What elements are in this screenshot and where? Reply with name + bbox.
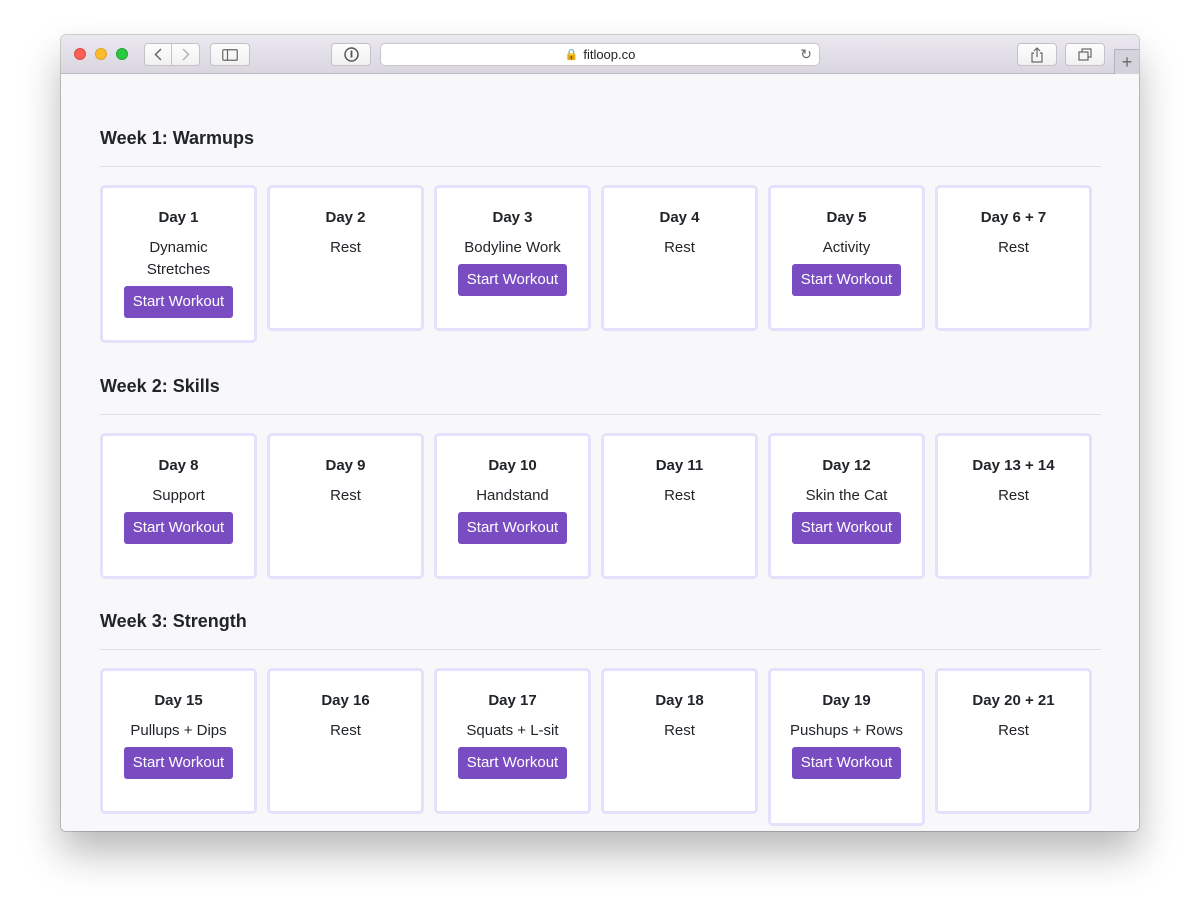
- workout-name: Rest: [330, 722, 361, 739]
- password-key-icon: [343, 47, 359, 62]
- day-card: Day 19 Pushups + Rows Start Workout: [768, 668, 925, 826]
- day-title: Day 11: [655, 457, 704, 474]
- day-card: Day 5 Activity Start Workout: [768, 185, 925, 331]
- sidebar-icon: [222, 48, 238, 61]
- share-button[interactable]: [1017, 43, 1057, 66]
- day-card: Day 17 Squats + L-sit Start Workout: [434, 668, 591, 814]
- divider: [100, 166, 1101, 167]
- minimize-window-button[interactable]: [95, 48, 107, 60]
- day-title: Day 20 + 21: [972, 692, 1055, 709]
- workout-name: Squats + L-sit: [466, 722, 559, 739]
- url-text: fitloop.co: [583, 47, 636, 62]
- day-title: Day 19: [822, 692, 871, 709]
- tabs-overview-button[interactable]: [1065, 43, 1105, 66]
- day-title: Day 10: [488, 457, 537, 474]
- day-card: Day 16 Rest: [267, 668, 424, 814]
- workout-name: Skin the Cat: [805, 487, 888, 504]
- workout-name: Support: [152, 487, 205, 504]
- lock-icon: 🔒: [564, 49, 579, 61]
- start-workout-button[interactable]: Start Workout: [457, 512, 568, 544]
- close-window-button[interactable]: [74, 48, 86, 60]
- day-card: Day 2 Rest: [267, 185, 424, 331]
- workout-name: Rest: [664, 487, 695, 504]
- page-content: Week 1: Warmups Day 1 Dynamic Stretches …: [61, 74, 1139, 831]
- navigation-buttons: [144, 43, 200, 66]
- workout-name: Bodyline Work: [464, 239, 561, 256]
- workout-name: Pullups + Dips: [130, 722, 227, 739]
- day-card: Day 3 Bodyline Work Start Workout: [434, 185, 591, 331]
- back-button[interactable]: [144, 43, 172, 66]
- day-title: Day 4: [659, 209, 700, 226]
- address-bar[interactable]: 🔒 fitloop.co ↻: [380, 43, 820, 66]
- workout-name: Pushups + Rows: [790, 722, 903, 739]
- chevron-left-icon: [154, 48, 162, 61]
- day-card: Day 12 Skin the Cat Start Workout: [768, 433, 925, 579]
- day-title: Day 2: [325, 209, 366, 226]
- workout-name: Handstand: [476, 487, 549, 504]
- workout-name: Rest: [998, 239, 1029, 256]
- workout-name: Rest: [330, 239, 361, 256]
- reload-icon[interactable]: ↻: [800, 46, 812, 63]
- day-card: Day 20 + 21 Rest: [935, 668, 1092, 814]
- divider: [100, 649, 1101, 650]
- start-workout-button[interactable]: Start Workout: [457, 264, 568, 296]
- plus-icon: +: [1121, 51, 1133, 72]
- new-tab-button[interactable]: +: [1114, 49, 1139, 74]
- day-title: Day 16: [321, 692, 370, 709]
- day-title: Day 17: [488, 692, 537, 709]
- week-2-heading: Week 2: Skills: [100, 376, 220, 396]
- start-workout-button[interactable]: Start Workout: [123, 286, 234, 318]
- day-card: Day 13 + 14 Rest: [935, 433, 1092, 579]
- browser-window: 🔒 fitloop.co ↻ + Week 1: Warmups Day 1 D…: [61, 35, 1139, 831]
- start-workout-button[interactable]: Start Workout: [457, 747, 568, 779]
- workout-name: Rest: [998, 487, 1029, 504]
- start-workout-button[interactable]: Start Workout: [791, 747, 902, 779]
- day-card: Day 6 + 7 Rest: [935, 185, 1092, 331]
- workout-name: Rest: [664, 722, 695, 739]
- sidebar-toggle-button[interactable]: [210, 43, 250, 66]
- day-card: Day 11 Rest: [601, 433, 758, 579]
- start-workout-button[interactable]: Start Workout: [791, 264, 902, 296]
- workout-name: Rest: [330, 487, 361, 504]
- day-card: Day 18 Rest: [601, 668, 758, 814]
- day-title: Day 18: [655, 692, 704, 709]
- day-title: Day 5: [826, 209, 867, 226]
- day-card: Day 4 Rest: [601, 185, 758, 331]
- week-3-heading: Week 3: Strength: [100, 611, 247, 631]
- forward-button[interactable]: [172, 43, 200, 66]
- day-card: Day 10 Handstand Start Workout: [434, 433, 591, 579]
- day-card: Day 8 Support Start Workout: [100, 433, 257, 579]
- chevron-right-icon: [181, 48, 190, 61]
- start-workout-button[interactable]: Start Workout: [123, 512, 234, 544]
- tabs-icon: [1078, 48, 1092, 61]
- day-title: Day 1: [158, 209, 199, 226]
- day-title: Day 8: [158, 457, 199, 474]
- workout-name: Activity: [822, 239, 871, 256]
- workout-name: Rest: [664, 239, 695, 256]
- day-title: Day 12: [822, 457, 871, 474]
- workout-name: Dynamic Stretches: [146, 239, 211, 278]
- day-title: Day 6 + 7: [980, 209, 1047, 226]
- browser-toolbar: 🔒 fitloop.co ↻ +: [61, 35, 1139, 74]
- day-title: Day 3: [492, 209, 533, 226]
- day-title: Day 15: [154, 692, 203, 709]
- start-workout-button[interactable]: Start Workout: [123, 747, 234, 779]
- day-card: Day 15 Pullups + Dips Start Workout: [100, 668, 257, 814]
- password-manager-button[interactable]: [331, 43, 371, 66]
- zoom-window-button[interactable]: [116, 48, 128, 60]
- start-workout-button[interactable]: Start Workout: [791, 512, 902, 544]
- day-title: Day 13 + 14: [972, 457, 1055, 474]
- week-1-heading: Week 1: Warmups: [100, 128, 255, 148]
- day-title: Day 9: [325, 457, 366, 474]
- divider: [100, 414, 1101, 415]
- day-card: Day 9 Rest: [267, 433, 424, 579]
- share-icon: [1031, 46, 1043, 63]
- workout-name: Rest: [998, 722, 1029, 739]
- day-card: Day 1 Dynamic Stretches Start Workout: [100, 185, 257, 343]
